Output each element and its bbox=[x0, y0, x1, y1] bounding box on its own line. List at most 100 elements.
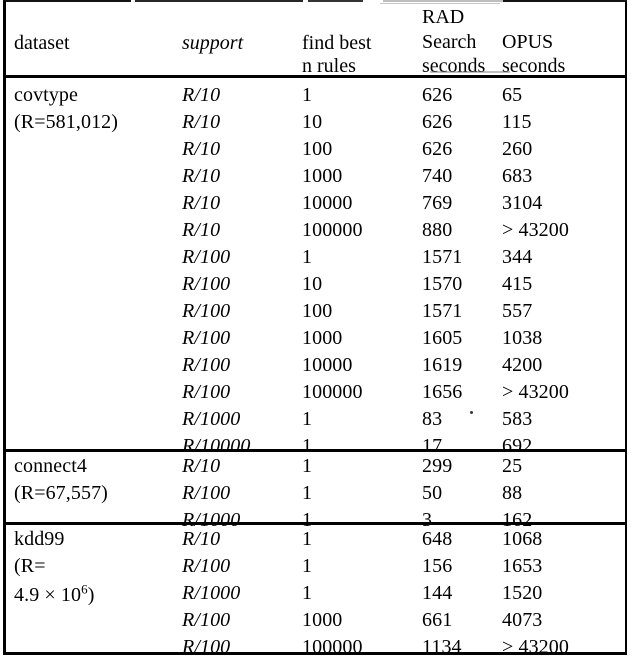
cell-nrules: 1 bbox=[302, 84, 313, 106]
cell-support: R/100 bbox=[182, 273, 231, 295]
cell-support: R/10 bbox=[182, 138, 221, 160]
cell-nrules: 1 bbox=[302, 582, 313, 604]
cell-support: R/1000 bbox=[182, 509, 241, 531]
rule-below-covtype-group bbox=[3, 449, 627, 452]
cell-rad: 299 bbox=[422, 455, 453, 477]
cell-rad: 1570 bbox=[422, 273, 463, 295]
column-header-opus-line1: OPUS bbox=[502, 31, 554, 53]
cell-opus: > 43200 bbox=[502, 219, 569, 241]
cell-nrules: 1 bbox=[302, 408, 313, 430]
cell-nrules: 100 bbox=[302, 138, 333, 160]
cell-nrules: 1 bbox=[302, 482, 313, 504]
cell-nrules: 100000 bbox=[302, 219, 363, 241]
cell-support: R/10000 bbox=[182, 435, 251, 457]
cell-opus: 344 bbox=[502, 246, 533, 268]
group-label-connect4-line1: connect4 bbox=[14, 455, 87, 477]
cell-opus: 65 bbox=[502, 84, 523, 106]
cell-nrules: 1000 bbox=[302, 327, 343, 349]
cell-support: R/10 bbox=[182, 111, 221, 133]
cell-opus: 557 bbox=[502, 300, 533, 322]
cell-support: R/100 bbox=[182, 327, 231, 349]
cell-support: R/100 bbox=[182, 246, 231, 268]
cell-support: R/10 bbox=[182, 84, 221, 106]
cell-rad: 769 bbox=[422, 192, 453, 214]
scan-artifact-ink-dot bbox=[470, 411, 473, 414]
cell-rad: 626 bbox=[422, 138, 453, 160]
cell-support: R/10 bbox=[182, 192, 221, 214]
cell-nrules: 100 bbox=[302, 300, 333, 322]
cell-nrules: 100000 bbox=[302, 381, 363, 403]
cell-rad: 626 bbox=[422, 111, 453, 133]
cell-support: R/100 bbox=[182, 354, 231, 376]
cell-opus: 162 bbox=[502, 509, 533, 531]
cell-opus: 1038 bbox=[502, 327, 543, 349]
kdd99-size-exponent: 6 bbox=[81, 581, 88, 597]
cell-rad: 648 bbox=[422, 528, 453, 550]
cell-support: R/1000 bbox=[182, 582, 241, 604]
group-label-kdd99-line1: kdd99 bbox=[14, 528, 65, 550]
cell-rad: 661 bbox=[422, 609, 453, 631]
cell-rad: 880 bbox=[422, 219, 453, 241]
cell-support: R/100 bbox=[182, 300, 231, 322]
column-header-dataset: dataset bbox=[14, 32, 70, 54]
kdd99-size-suffix: ) bbox=[87, 584, 95, 606]
cell-rad: 1134 bbox=[422, 636, 462, 658]
cell-opus: 3104 bbox=[502, 192, 543, 214]
cell-opus: 115 bbox=[502, 111, 532, 133]
column-header-rad-line1: RAD bbox=[422, 6, 465, 28]
cell-opus: 1068 bbox=[502, 528, 543, 550]
cell-opus: 88 bbox=[502, 482, 523, 504]
cell-opus: 4200 bbox=[502, 354, 543, 376]
cell-opus: 692 bbox=[502, 435, 533, 457]
cell-rad: 17 bbox=[422, 435, 443, 457]
cell-rad: 1605 bbox=[422, 327, 463, 349]
cell-support: R/10 bbox=[182, 219, 221, 241]
group-label-kdd99-line3: 4.9 × 106) bbox=[14, 582, 95, 606]
cell-opus: 583 bbox=[502, 408, 533, 430]
column-header-rad-line2: Search bbox=[422, 31, 477, 53]
cell-nrules: 1000 bbox=[302, 165, 343, 187]
cell-opus: > 43200 bbox=[502, 636, 569, 658]
scan-artifact-smudge-header bbox=[430, 71, 510, 73]
cell-support: R/10 bbox=[182, 455, 221, 477]
cell-support: R/100 bbox=[182, 482, 231, 504]
cell-opus: 25 bbox=[502, 455, 523, 477]
cell-rad: 156 bbox=[422, 555, 453, 577]
cell-rad: 626 bbox=[422, 84, 453, 106]
group-label-kdd99-line2: (R= bbox=[14, 555, 46, 577]
cell-support: R/10 bbox=[182, 165, 221, 187]
cell-support: R/10 bbox=[182, 528, 221, 550]
column-header-support: support bbox=[182, 32, 244, 54]
cell-rad: 1656 bbox=[422, 381, 463, 403]
cell-support: R/1000 bbox=[182, 408, 241, 430]
cell-rad: 1571 bbox=[422, 300, 463, 322]
cell-rad: 144 bbox=[422, 582, 453, 604]
cell-support: R/100 bbox=[182, 555, 231, 577]
cell-nrules: 100000 bbox=[302, 636, 363, 658]
cell-rad: 83 bbox=[422, 408, 443, 430]
column-header-find-best-line1: find best bbox=[302, 32, 372, 54]
group-label-connect4-line2: (R=67,557) bbox=[14, 482, 108, 504]
rule-below-connect4-group bbox=[3, 522, 627, 525]
cell-opus: 683 bbox=[502, 165, 533, 187]
group-label-covtype-line1: covtype bbox=[14, 84, 79, 106]
cell-nrules: 10 bbox=[302, 111, 323, 133]
cell-opus: 4073 bbox=[502, 609, 543, 631]
group-label-covtype-line2: (R=581,012) bbox=[14, 111, 119, 133]
cell-support: R/100 bbox=[182, 636, 231, 658]
rule-below-header bbox=[3, 75, 627, 78]
cell-nrules: 10 bbox=[302, 273, 323, 295]
cell-nrules: 1 bbox=[302, 509, 313, 531]
kdd99-size-mantissa: 4.9 × 10 bbox=[14, 584, 82, 606]
cell-nrules: 10000 bbox=[302, 354, 353, 376]
cell-opus: 260 bbox=[502, 138, 533, 160]
cell-opus: 415 bbox=[502, 273, 533, 295]
cell-nrules: 1000 bbox=[302, 609, 343, 631]
cell-opus: > 43200 bbox=[502, 381, 569, 403]
scanned-table-page: dataset support find best n rules RAD Se… bbox=[0, 0, 640, 666]
cell-nrules: 1 bbox=[302, 528, 313, 550]
cell-rad: 3 bbox=[422, 509, 433, 531]
cell-support: R/100 bbox=[182, 381, 231, 403]
cell-opus: 1653 bbox=[502, 555, 543, 577]
cell-rad: 740 bbox=[422, 165, 453, 187]
